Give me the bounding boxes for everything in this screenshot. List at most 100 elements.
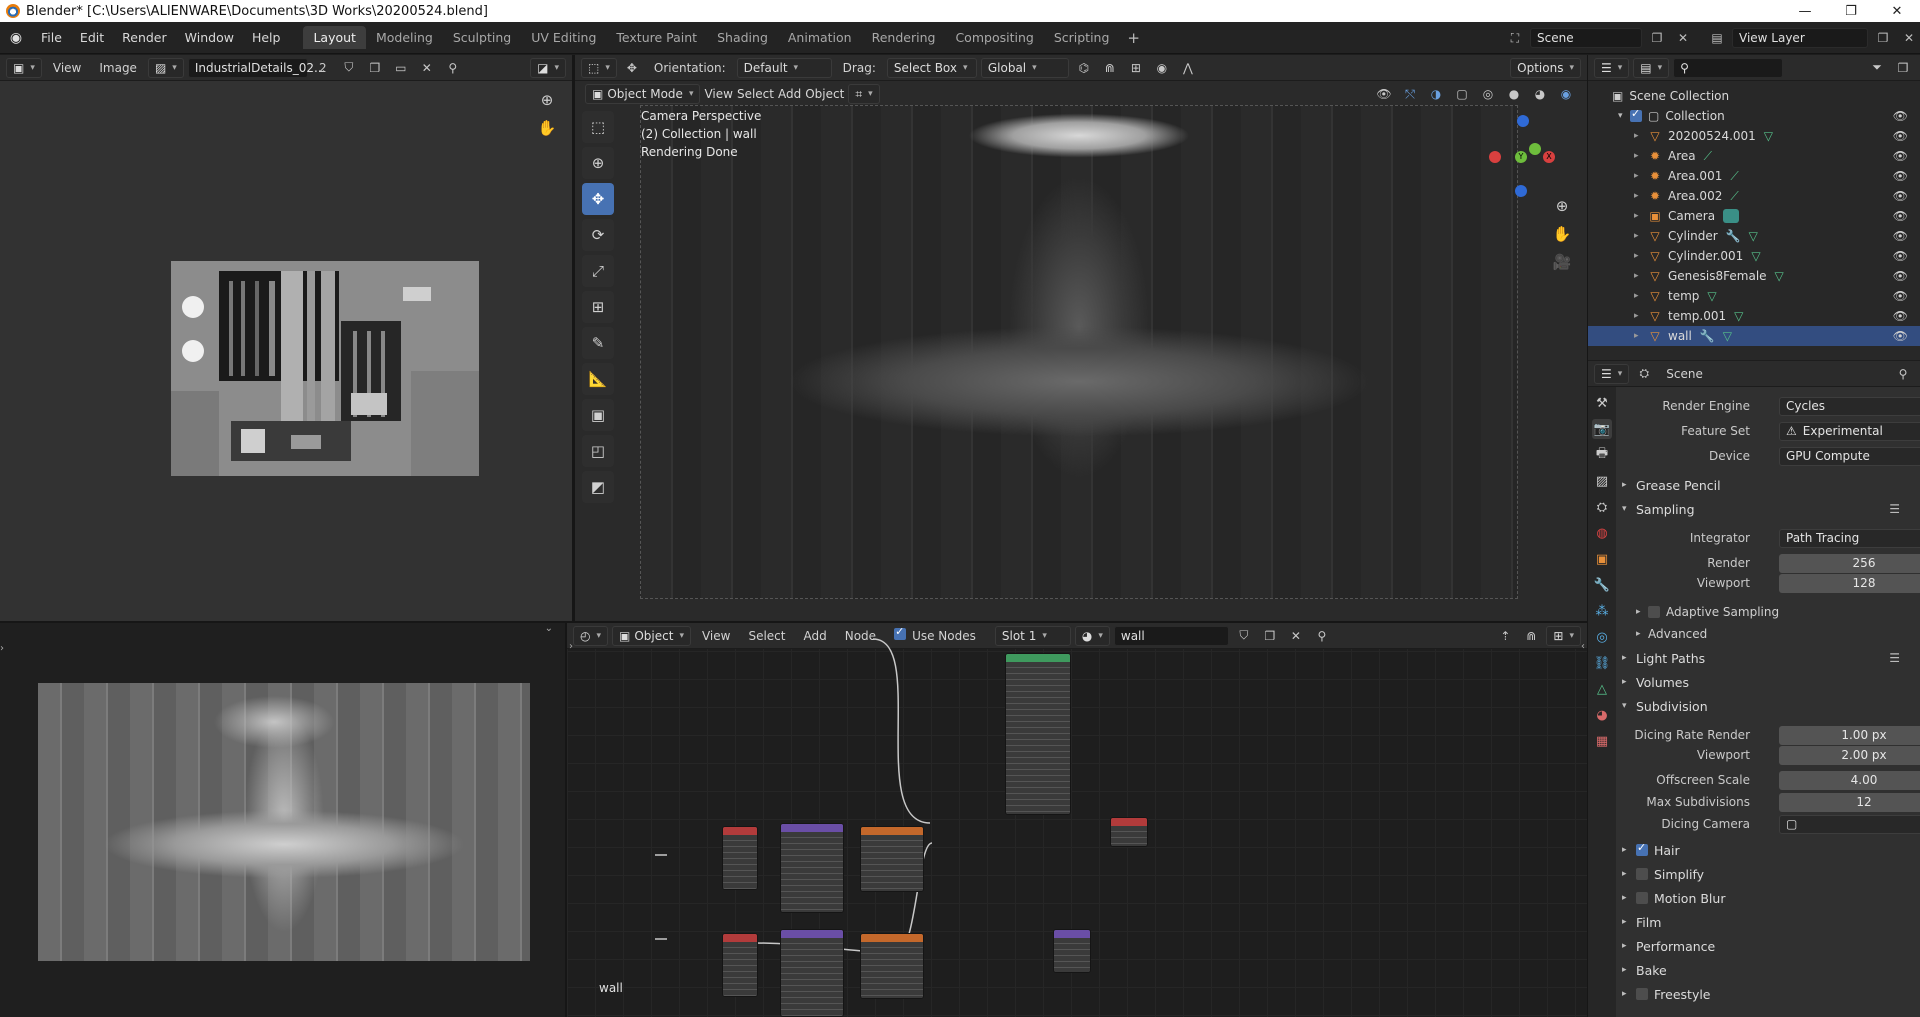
tab-scripting[interactable]: Scripting xyxy=(1044,26,1120,49)
light-data-icon[interactable]: ⟋ xyxy=(1730,189,1738,204)
visibility-eye-icon[interactable]: 👁 xyxy=(1893,269,1908,283)
light-data-icon[interactable]: ⟋ xyxy=(1704,149,1712,164)
outliner-editor-type-dropdown[interactable]: ☰ ▾ xyxy=(1594,57,1630,78)
mesh-data-icon[interactable]: ▽ xyxy=(1707,289,1716,303)
move-tool-settings-icon[interactable]: ✥ xyxy=(621,58,643,78)
view-layer-field[interactable]: View Layer xyxy=(1732,28,1868,48)
mesh-data-icon[interactable]: ▽ xyxy=(1723,329,1732,343)
tab-rendering[interactable]: Rendering xyxy=(862,26,946,49)
texture-tab-icon[interactable]: ▦ xyxy=(1592,731,1612,751)
menu-help[interactable]: Help xyxy=(243,30,290,45)
blender-menu-icon[interactable]: ◉ xyxy=(0,30,32,46)
menu-file[interactable]: File xyxy=(32,30,71,45)
output-tab-icon[interactable]: 🖶 xyxy=(1592,445,1612,465)
light-paths-panel[interactable]: ▸ Light Paths ☰ xyxy=(1622,648,1920,668)
rotate-icon[interactable]: ⟳ xyxy=(582,219,614,251)
options-dropdown[interactable]: Options ▾ xyxy=(1510,57,1581,78)
outliner-item[interactable]: ▸ ▽ Cylinder 🔧 ▽ 👁 xyxy=(1588,226,1920,246)
pivot-point-icon[interactable]: ⌬ xyxy=(1073,58,1095,78)
adaptive-sampling-checkbox[interactable] xyxy=(1648,606,1660,618)
select-box-icon[interactable]: ⬚ xyxy=(582,111,614,143)
pin-icon[interactable]: ⚲ xyxy=(442,58,464,78)
mapping-node-2[interactable] xyxy=(780,929,844,1017)
scene-tab-icon[interactable]: ⛭ xyxy=(1592,497,1612,517)
visibility-eye-icon[interactable]: 👁 xyxy=(1893,289,1908,303)
hair-checkbox[interactable] xyxy=(1636,841,1648,856)
volumes-panel[interactable]: ▸ Volumes xyxy=(1622,672,1920,692)
close-button[interactable]: ✕ xyxy=(1874,0,1920,22)
snap-magnet-icon[interactable]: ⋒ xyxy=(1099,58,1121,78)
image-users-count[interactable]: 2 xyxy=(312,58,334,78)
annotate-icon[interactable]: ✎ xyxy=(582,327,614,359)
expand-arrow-icon[interactable]: ▾ xyxy=(1618,111,1630,121)
display-channels-dropdown[interactable]: ◪ ▾ xyxy=(530,57,566,78)
freestyle-checkbox[interactable] xyxy=(1636,988,1648,1000)
outliner-search-input[interactable]: ⚲ xyxy=(1673,57,1784,78)
transform-icon[interactable]: ⊞ xyxy=(582,291,614,323)
expand-arrow-icon[interactable]: ▸ xyxy=(1634,331,1646,341)
collapse-header-arrow-icon[interactable]: ⌄ xyxy=(545,623,553,634)
visibility-eye-icon[interactable]: 👁 xyxy=(1893,249,1908,263)
new-collection-icon[interactable]: ❐ xyxy=(1892,58,1914,78)
tab-shading[interactable]: Shading xyxy=(707,26,778,49)
expand-arrow-icon[interactable]: ▸ xyxy=(1634,231,1646,241)
object-mode-dropdown[interactable]: ▣ Object Mode ▾ xyxy=(585,84,701,104)
motion-blur-panel[interactable]: ▸ Motion Blur xyxy=(1622,888,1920,908)
unlink-image-icon[interactable]: ✕ xyxy=(416,58,438,78)
new-scene-icon[interactable]: ❐ xyxy=(1646,28,1668,48)
scene-name-field[interactable]: Scene xyxy=(1530,28,1642,48)
image-name-field[interactable]: IndustrialDetails_02... xyxy=(187,57,325,78)
scene-collection-row[interactable]: ▣ Scene Collection xyxy=(1588,86,1920,106)
dicing-rate-render-field[interactable]: 1.00 px xyxy=(1779,725,1920,745)
maximize-button[interactable]: ❐ xyxy=(1828,0,1874,22)
gizmo-y-label[interactable]: Y xyxy=(1515,151,1527,163)
gizmo-y-axis-icon[interactable] xyxy=(1529,143,1541,155)
object-tab-icon[interactable]: ▣ xyxy=(1592,549,1612,569)
view-layer-browse-icon[interactable]: ▤ xyxy=(1706,28,1728,48)
add-workspace-icon[interactable]: + xyxy=(1119,27,1148,49)
physics-tab-icon[interactable]: ◎ xyxy=(1592,627,1612,647)
image-canvas[interactable] xyxy=(171,261,479,476)
outliner-item[interactable]: ▸ ▣ Camera 👁 xyxy=(1588,206,1920,226)
outliner-item[interactable]: ▸ ▽ Genesis8Female ▽ 👁 xyxy=(1588,266,1920,286)
freestyle-panel[interactable]: ▸ Freestyle xyxy=(1622,984,1920,1004)
principled-bsdf-node[interactable] xyxy=(1005,653,1071,815)
modifier-icon[interactable]: 🔧 xyxy=(1700,329,1715,343)
constraints-tab-icon[interactable]: ⛓ xyxy=(1592,653,1612,673)
outliner-item[interactable]: ▸ ▽ wall 🔧 ▽ 👁 xyxy=(1588,326,1920,346)
tool-tab-icon[interactable]: ⚒ xyxy=(1592,393,1612,413)
mesh-data-icon[interactable]: ▽ xyxy=(1751,249,1760,263)
image-texture-node-2[interactable] xyxy=(860,933,924,999)
mapping-node-1[interactable] xyxy=(780,823,844,913)
visibility-eye-icon[interactable]: 👁 xyxy=(1893,169,1908,183)
transform-orientation-dropdown[interactable]: Global ▾ xyxy=(980,57,1069,78)
tab-sculpting[interactable]: Sculpting xyxy=(443,26,521,49)
outliner-item[interactable]: ▸ ▽ 20200524.001 ▽ 👁 xyxy=(1588,126,1920,146)
image-browse-dropdown[interactable]: ▨ ▾ xyxy=(147,57,184,78)
expand-arrow-icon[interactable]: ▸ xyxy=(1634,311,1646,321)
shading-solid-icon[interactable]: ● xyxy=(1503,84,1525,104)
light-data-icon[interactable]: ⟋ xyxy=(1730,169,1738,184)
hair-panel[interactable]: ▸ Hair xyxy=(1622,840,1920,860)
collection-checkbox[interactable] xyxy=(1630,107,1642,122)
properties-pin-icon[interactable]: ⚲ xyxy=(1892,364,1914,384)
menu-edit[interactable]: Edit xyxy=(71,30,113,45)
outliner-display-mode-dropdown[interactable]: ▤ ▾ xyxy=(1633,57,1670,78)
pan-hand-icon[interactable]: ✋ xyxy=(536,117,558,139)
adaptive-sampling-panel[interactable]: ▸ Adaptive Sampling xyxy=(1636,602,1920,622)
image-texture-node-1[interactable] xyxy=(860,826,924,892)
expand-arrow-icon[interactable]: ▸ xyxy=(1634,251,1646,261)
overlays-toggle-icon[interactable]: ◑ xyxy=(1425,84,1447,104)
fake-user-shield-icon[interactable]: ⛉ xyxy=(338,58,360,78)
image-menu-view[interactable]: View xyxy=(46,61,88,75)
menu-window[interactable]: Window xyxy=(176,30,243,45)
motion-blur-checkbox[interactable] xyxy=(1636,892,1648,904)
texture-coordinate-node-1[interactable] xyxy=(722,826,758,890)
device-dropdown[interactable]: GPU Compute▾ xyxy=(1779,446,1920,466)
particles-tab-icon[interactable]: ⁂ xyxy=(1592,601,1612,621)
snap-target-icon[interactable]: ⊞ xyxy=(1125,58,1147,78)
viewport-menu-object[interactable]: Object xyxy=(805,87,844,101)
tab-compositing[interactable]: Compositing xyxy=(945,26,1043,49)
minimize-button[interactable]: — xyxy=(1782,0,1828,22)
simplify-panel[interactable]: ▸ Simplify xyxy=(1622,864,1920,884)
